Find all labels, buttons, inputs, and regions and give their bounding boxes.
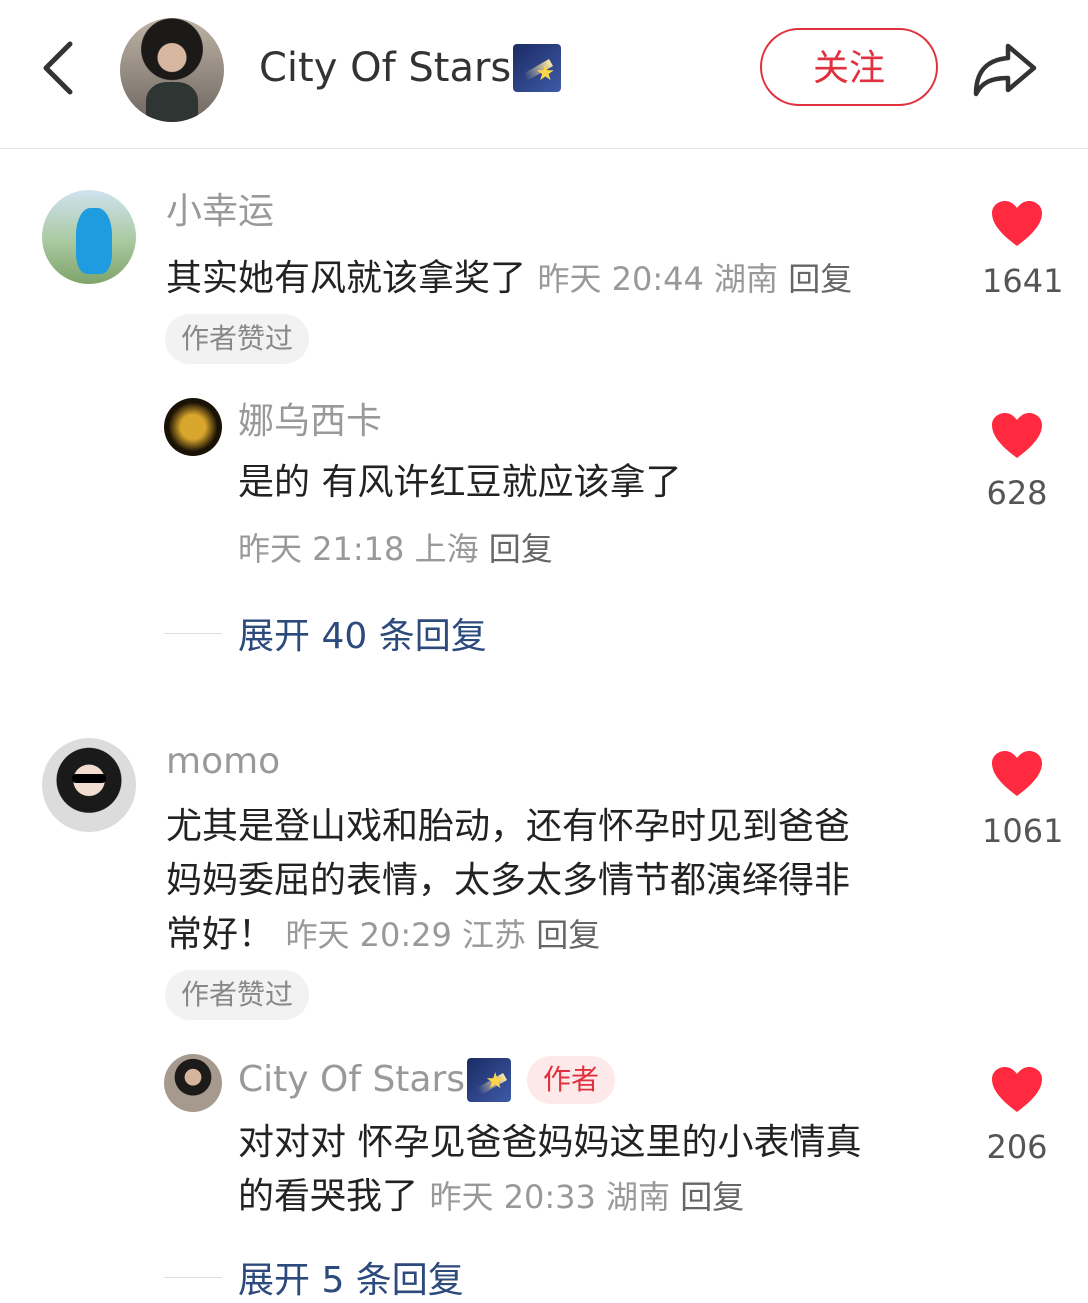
like-button[interactable]: 1641 [982,200,1064,300]
heart-icon [992,751,1042,796]
author-name-text: City Of Stars [259,45,512,91]
like-button[interactable]: 206 [982,1066,1052,1166]
commenter-avatar[interactable] [42,738,136,832]
expand-replies-button[interactable]: 展开 40 条回复 [164,608,487,658]
comment-time: 昨天 20:29 [285,916,452,954]
like-count: 1641 [982,262,1064,300]
reply-meta: 昨天 21:18 上海 回复 [238,524,553,570]
comment-meta: 昨天 20:29 江苏 回复 [285,916,600,954]
author-avatar[interactable] [120,18,224,122]
reply-text[interactable]: 对对对 怀孕见爸爸妈妈这里的小表情真 的看哭我了 昨天 20:33 湖南 回复 [238,1116,958,1224]
reply-time: 昨天 20:33 [429,1178,596,1216]
reply-meta: 昨天 20:33 湖南 回复 [429,1178,744,1216]
replier-avatar[interactable] [164,398,222,456]
heart-icon [992,201,1042,246]
comment-time: 昨天 20:44 [537,260,704,298]
replier-name[interactable]: City Of Stars 作者 [238,1056,616,1104]
follow-button[interactable]: 关注 [760,28,938,106]
shooting-star-emoji-icon [513,44,562,92]
reply-button[interactable]: 回复 [788,260,852,298]
comment-meta: 昨天 20:44 湖南 回复 [537,260,852,298]
like-count: 206 [986,1128,1048,1166]
comment-line: 常好！ [166,914,275,955]
replier-name-text: City Of Stars [238,1059,466,1100]
expand-replies-button[interactable]: 展开 5 条回复 [164,1252,464,1302]
reply-button[interactable]: 回复 [536,916,600,954]
commenter-avatar[interactable] [42,190,136,284]
reply-last-line: 的看哭我了 昨天 20:33 湖南 回复 [238,1170,958,1224]
author-tag: 作者 [527,1056,616,1104]
expand-replies-label: 展开 5 条回复 [238,1260,464,1301]
comment-last-line: 常好！ 昨天 20:29 江苏 回复 [166,908,956,962]
comment-text[interactable]: 其实她有风就该拿奖了 昨天 20:44 湖南 回复 [166,252,966,306]
heart-icon [992,413,1042,458]
author-liked-badge: 作者赞过 [165,314,310,364]
like-button[interactable]: 1061 [982,750,1064,850]
reply-button[interactable]: 回复 [680,1178,744,1216]
author-liked-badge: 作者赞过 [165,970,310,1020]
commenter-name[interactable]: 小幸运 [166,190,274,234]
reply-button[interactable]: 回复 [489,530,553,568]
commenter-name[interactable]: momo [166,740,280,784]
reply-location: 湖南 [606,1178,671,1216]
like-count: 1061 [982,812,1064,850]
comment-location: 湖南 [714,260,779,298]
shooting-star-emoji-icon [467,1058,512,1102]
heart-icon [992,1067,1042,1112]
comment-line: 尤其是登山戏和胎动，还有怀孕时见到爸爸 [166,806,851,847]
divider [164,1276,222,1278]
expand-replies-label: 展开 40 条回复 [238,616,487,657]
comment-text[interactable]: 尤其是登山戏和胎动，还有怀孕时见到爸爸 妈妈委屈的表情，太多太多情节都演绎得非 … [166,800,956,962]
reply-text[interactable]: 是的 有风许红豆就应该拿了 [238,456,681,510]
comment-body: 其实她有风就该拿奖了 [166,258,527,299]
like-count: 628 [986,474,1048,512]
comment-line: 妈妈委屈的表情，太多太多情节都演绎得非 [166,860,851,901]
replier-name[interactable]: 娜乌西卡 [238,400,382,444]
reply-location: 上海 [414,530,479,568]
divider [164,632,222,634]
like-button[interactable]: 628 [982,412,1052,512]
reply-line: 对对对 怀孕见爸爸妈妈这里的小表情真 [238,1122,862,1163]
replier-avatar[interactable] [164,1054,222,1112]
back-icon[interactable] [36,38,86,98]
reply-time: 昨天 21:18 [238,530,405,568]
comment-location: 江苏 [462,916,527,954]
author-name[interactable]: City Of Stars [259,40,562,96]
share-icon[interactable] [970,38,1040,98]
reply-line: 的看哭我了 [238,1176,419,1217]
top-bar: City Of Stars 关注 [0,0,1088,149]
